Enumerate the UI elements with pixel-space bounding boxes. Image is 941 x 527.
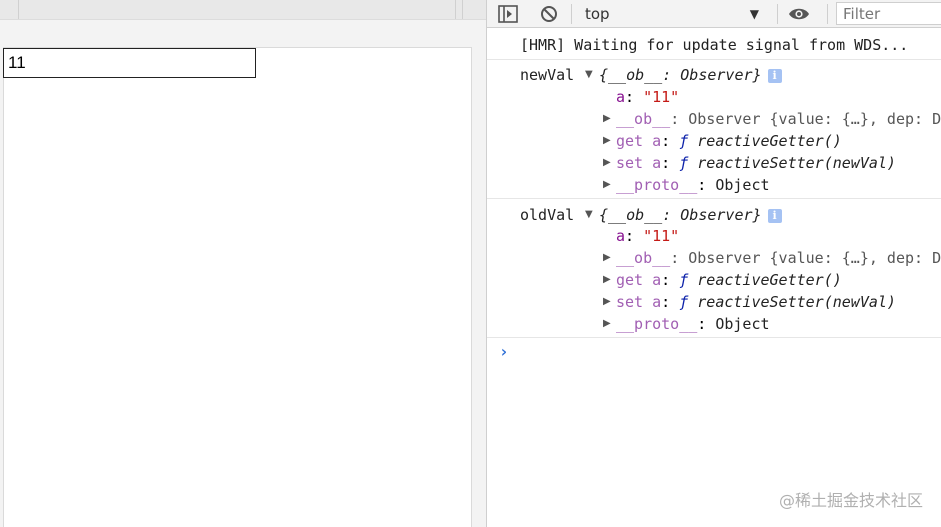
log-label: newVal — [520, 66, 575, 84]
property-value: Observer {value: {…}, dep: D — [688, 110, 941, 128]
sidebar-toggle-button[interactable] — [497, 3, 519, 25]
property-key: set a — [616, 154, 662, 172]
property-value: Object — [715, 176, 770, 194]
property-key: a — [616, 88, 626, 106]
property-key: get a — [616, 132, 662, 150]
collapse-triangle-icon[interactable]: ▶ — [603, 108, 611, 130]
property-row[interactable]: get a: ƒ reactiveGetter() — [616, 269, 842, 291]
property-value: reactiveSetter(newVal) — [697, 154, 896, 172]
property-row[interactable]: __proto__: Object — [616, 313, 770, 335]
console-toolbar: top ▼ — [487, 0, 941, 28]
property-row[interactable]: __proto__: Object — [616, 174, 770, 196]
property-row: a: "11" — [616, 88, 680, 106]
page-top-bar — [0, 0, 486, 20]
sidebar-toggle-icon — [498, 5, 518, 23]
property-row[interactable]: get a: ƒ reactiveGetter() — [616, 130, 842, 152]
collapse-triangle-icon[interactable]: ▶ — [603, 247, 611, 269]
expand-triangle-icon[interactable]: ▼ — [585, 64, 593, 86]
property-value: "11" — [643, 88, 680, 106]
function-symbol: ƒ — [679, 132, 689, 150]
clear-console-button[interactable] — [538, 3, 560, 25]
property-key: __proto__ — [616, 315, 698, 333]
hmr-message: [HMR] Waiting for update signal from WDS… — [520, 36, 909, 54]
object-summary[interactable]: {__ob__: Observer} i — [599, 204, 782, 226]
console-panel: top ▼ [HMR] Waiting for update signal fr… — [487, 0, 941, 527]
text-input[interactable] — [3, 48, 256, 78]
object-summary-text: {__ob__: Observer} — [599, 206, 762, 224]
toolbar-separator — [827, 4, 828, 24]
toolbar-separator — [571, 4, 572, 24]
watermark: @稀土掘金技术社区 — [778, 491, 923, 510]
property-row[interactable]: __ob__: Observer {value: {…}, dep: D — [616, 108, 941, 130]
page-area — [0, 0, 486, 527]
context-selector[interactable]: top ▼ — [579, 2, 769, 26]
property-row[interactable]: set a: ƒ reactiveSetter(newVal) — [616, 152, 896, 174]
collapse-triangle-icon[interactable]: ▶ — [603, 291, 611, 313]
filter-input[interactable] — [836, 2, 941, 25]
function-symbol: ƒ — [679, 154, 689, 172]
property-value: reactiveGetter() — [697, 132, 842, 150]
console-prompt-icon[interactable]: › — [499, 342, 509, 361]
property-value: Object — [715, 315, 770, 333]
dropdown-arrow-icon: ▼ — [749, 7, 759, 21]
property-row: a: "11" — [616, 227, 680, 245]
info-icon[interactable]: i — [767, 68, 782, 83]
log-label: oldVal — [520, 206, 575, 224]
property-key: __proto__ — [616, 176, 698, 194]
page-top-divider — [455, 0, 456, 19]
property-value: reactiveSetter(newVal) — [697, 293, 896, 311]
property-row[interactable]: set a: ƒ reactiveSetter(newVal) — [616, 291, 896, 313]
property-value: reactiveGetter() — [697, 271, 842, 289]
collapse-triangle-icon[interactable]: ▶ — [603, 152, 611, 174]
property-value: "11" — [643, 227, 680, 245]
collapse-triangle-icon[interactable]: ▶ — [603, 313, 611, 335]
page-top-divider — [462, 0, 463, 19]
function-symbol: ƒ — [679, 293, 689, 311]
collapse-triangle-icon[interactable]: ▶ — [603, 174, 611, 196]
page-viewport — [3, 47, 472, 527]
live-expression-button[interactable] — [788, 3, 810, 25]
info-icon[interactable]: i — [767, 208, 782, 223]
console-log-entry: oldVal ▼ {__ob__: Observer} i a: "11" ▶ _… — [487, 199, 941, 338]
object-summary[interactable]: {__ob__: Observer} i — [599, 64, 782, 86]
expand-triangle-icon[interactable]: ▼ — [585, 204, 593, 226]
console-message: [HMR] Waiting for update signal from WDS… — [487, 28, 941, 60]
property-key: __ob__ — [616, 249, 671, 267]
eye-icon — [789, 8, 809, 20]
property-key: __ob__ — [616, 110, 671, 128]
collapse-triangle-icon[interactable]: ▶ — [603, 269, 611, 291]
toolbar-separator — [777, 4, 778, 24]
function-symbol: ƒ — [679, 271, 689, 289]
property-key: a — [616, 227, 626, 245]
property-value: Observer {value: {…}, dep: D — [688, 249, 941, 267]
clear-icon — [541, 6, 557, 22]
page-top-divider — [18, 0, 19, 19]
context-selector-value: top — [585, 5, 610, 23]
console-log-entry: newVal ▼ {__ob__: Observer} i a: "11" ▶ _… — [487, 60, 941, 199]
property-key: set a — [616, 293, 662, 311]
object-summary-text: {__ob__: Observer} — [599, 66, 762, 84]
property-row[interactable]: __ob__: Observer {value: {…}, dep: D — [616, 247, 941, 269]
property-key: get a — [616, 271, 662, 289]
collapse-triangle-icon[interactable]: ▶ — [603, 130, 611, 152]
